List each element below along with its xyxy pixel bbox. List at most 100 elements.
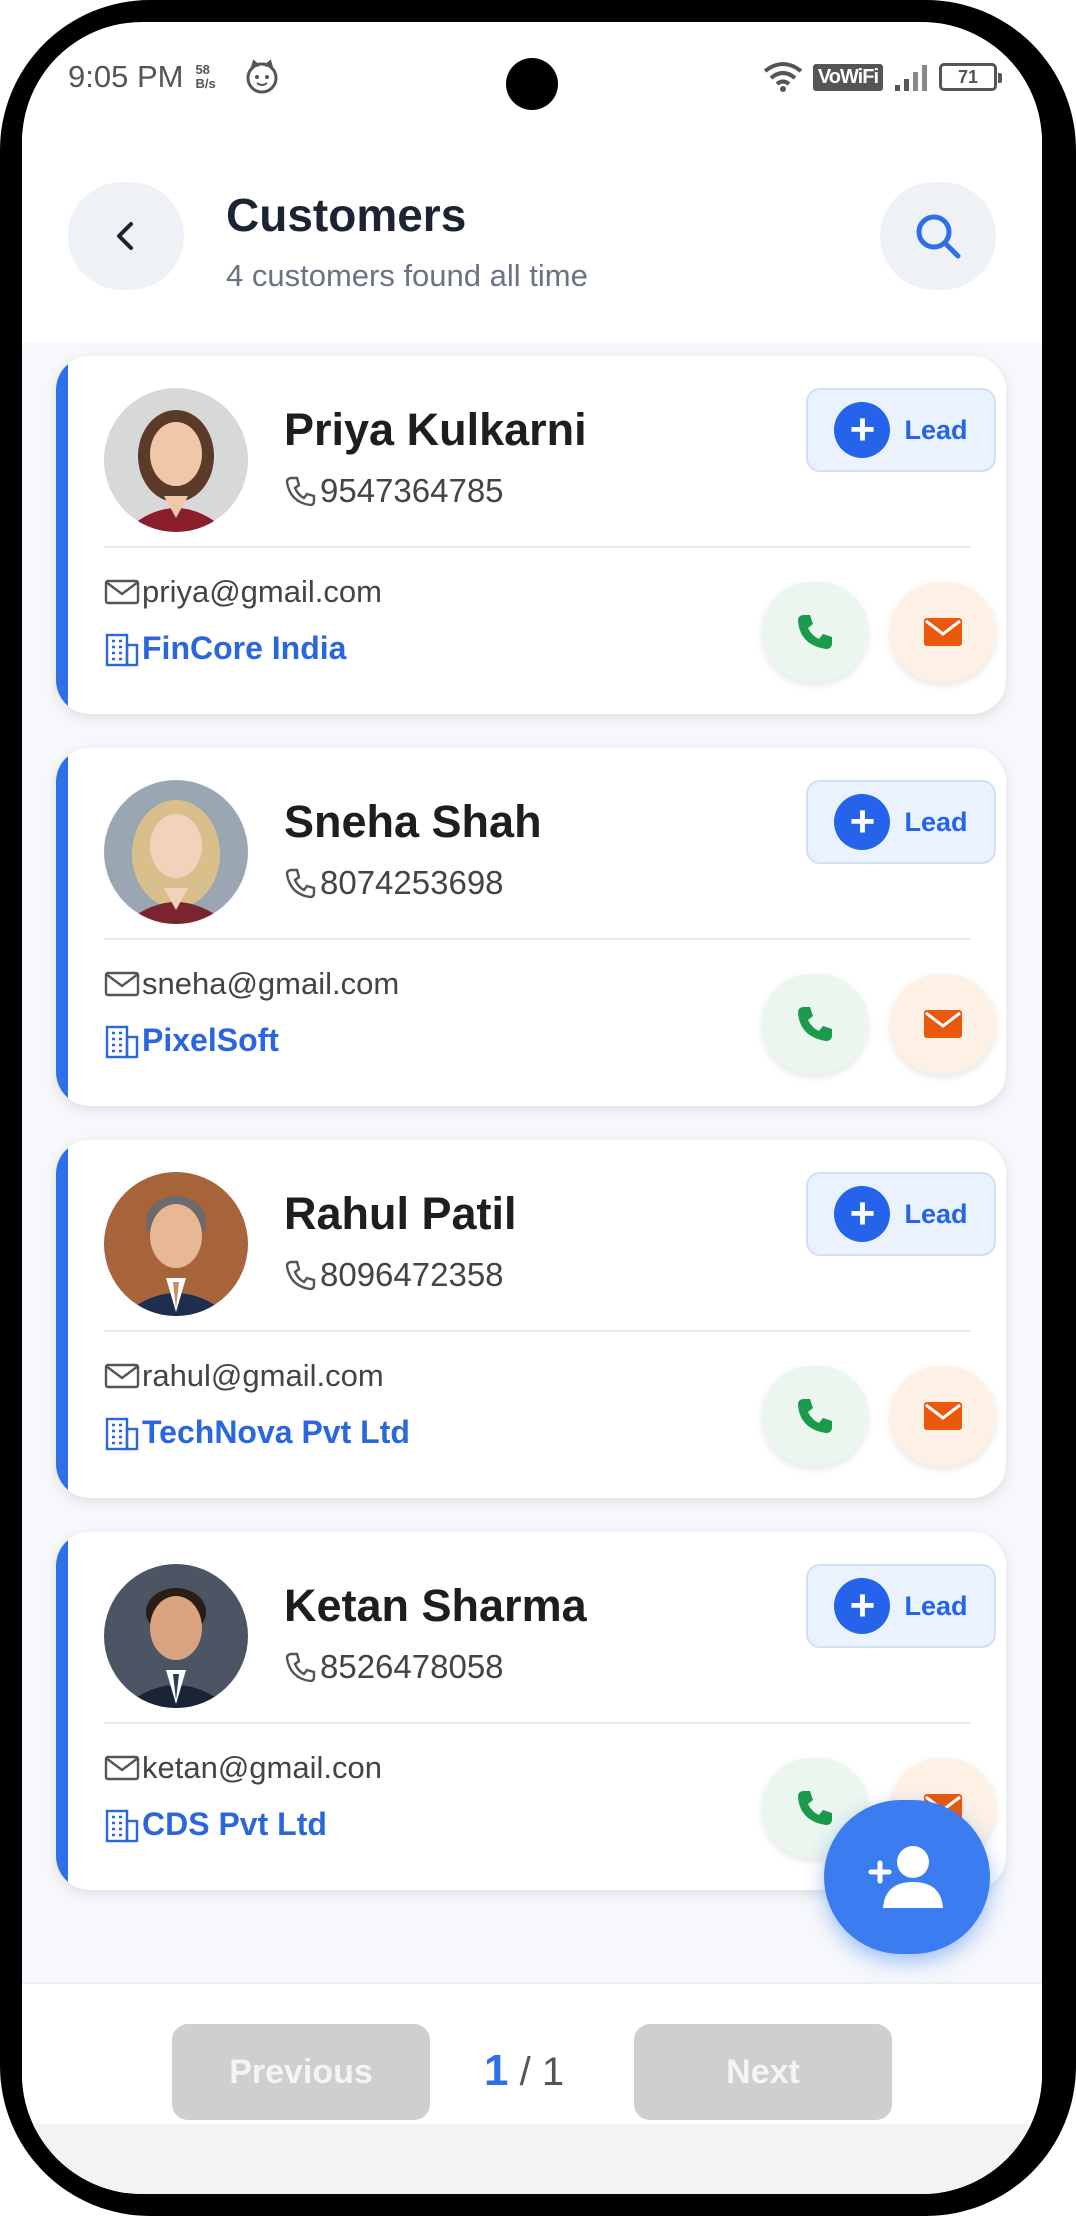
cat-notification-icon [246,59,278,94]
card-divider [104,1330,970,1332]
customer-company[interactable]: FinCore India [104,630,346,667]
phone-outline-icon [285,476,316,507]
net-speed-unit: B/s [195,76,216,91]
mail-outline-icon [104,971,140,997]
customer-phone-number: 8096472358 [320,1256,504,1293]
header: Customers 4 customers found all time [22,132,1042,342]
add-customer-fab[interactable] [824,1800,990,1954]
customer-company-name: PixelSoft [142,1022,279,1058]
customer-email: priya@gmail.com [104,574,382,610]
lead-label: Lead [904,1198,968,1229]
mail-outline-icon [104,579,140,605]
customer-card[interactable]: Rahul Patil 8096472358 + Lead rahul@gmai… [56,1140,1006,1498]
total-pages: 1 [541,2050,565,2094]
lead-label: Lead [904,414,968,445]
search-button[interactable] [880,182,996,290]
screen: 9:05 PM 58 B/s VoWiFi 71 Customers 4 cus… [22,22,1042,2194]
card-accent-bar [56,1140,68,1498]
person-add-icon [868,1846,943,1908]
pagination-bar: Previous 1 / 1 Next [22,1982,1042,2124]
status-time-group: 9:05 PM 58 B/s [68,59,280,95]
mail-outline-icon [104,1363,140,1389]
customer-name: Ketan Sharma [284,1580,587,1631]
customer-phone-number: 8526478058 [320,1648,504,1685]
email-button[interactable] [890,1366,996,1466]
customer-phone-number: 9547364785 [320,472,504,509]
plus-icon: + [834,794,891,850]
card-accent-bar [56,356,68,714]
mail-icon [924,1402,962,1430]
avatar [104,780,248,924]
add-lead-button[interactable]: + Lead [806,388,996,472]
building-icon [105,1417,139,1450]
vowifi-badge: VoWiFi [812,63,883,91]
customer-company[interactable]: PixelSoft [104,1022,279,1059]
customer-card[interactable]: Sneha Shah 8074253698 + Lead sneha@gmail… [56,748,1006,1106]
card-accent-bar [56,1532,68,1890]
status-time: 9:05 PM [68,59,184,94]
lead-label: Lead [904,1590,968,1621]
avatar [104,1564,248,1708]
customer-email: ketan@gmail.con [104,1750,382,1786]
phone-bezel: 9:05 PM 58 B/s VoWiFi 71 Customers 4 cus… [0,0,1076,2216]
mail-icon [924,1010,962,1038]
next-button[interactable]: Next [634,2024,892,2120]
card-divider [104,938,970,940]
customer-phone: 8526478058 [284,1648,504,1686]
previous-button[interactable]: Previous [172,2024,430,2120]
card-divider [104,546,970,548]
customer-company[interactable]: TechNova Pvt Ltd [104,1414,410,1451]
lead-label: Lead [904,806,968,837]
add-lead-button[interactable]: + Lead [806,1172,996,1256]
plus-icon: + [834,402,891,458]
front-camera [506,58,558,110]
building-icon [105,1809,139,1842]
call-button[interactable] [762,1366,868,1466]
current-page: 1 [484,2046,509,2095]
mail-outline-icon [104,1755,140,1781]
phone-icon [798,1399,832,1433]
customer-phone: 9547364785 [284,472,504,510]
customer-email-address: priya@gmail.com [142,574,382,609]
net-speed: 58 B/s [195,63,215,91]
avatar [104,388,248,532]
email-button[interactable] [890,974,996,1074]
customer-list[interactable]: Priya Kulkarni 9547364785 + Lead priya@g… [22,342,1042,1982]
avatar [104,1172,248,1316]
page-subtitle: 4 customers found all time [226,258,588,293]
customer-company-name: FinCore India [142,630,347,666]
back-button[interactable] [68,182,184,290]
customer-company[interactable]: CDS Pvt Ltd [104,1806,327,1843]
phone-outline-icon [285,1652,316,1683]
plus-icon: + [834,1186,891,1242]
call-button[interactable] [762,974,868,1074]
customer-card[interactable]: Priya Kulkarni 9547364785 + Lead priya@g… [56,356,1006,714]
status-right-group: VoWiFi 71 [763,61,1002,93]
page-indicator: 1 / 1 [484,2046,564,2096]
net-speed-value: 58 [195,62,210,77]
email-button[interactable] [890,582,996,682]
card-divider [104,1722,970,1724]
add-lead-button[interactable]: + Lead [806,780,996,864]
phone-outline-icon [285,868,316,899]
customer-name: Priya Kulkarni [284,404,587,455]
bottom-strip [22,2124,1042,2194]
phone-icon [798,615,832,649]
card-accent-bar [56,748,68,1106]
signal-icon [895,65,927,91]
mail-icon [924,618,962,646]
customer-company-name: TechNova Pvt Ltd [142,1414,410,1450]
customer-name: Sneha Shah [284,796,542,847]
building-icon [105,633,139,666]
customer-email: rahul@gmail.com [104,1358,384,1394]
customer-email-address: sneha@gmail.com [142,966,400,1001]
add-lead-button[interactable]: + Lead [806,1564,996,1648]
customer-company-name: CDS Pvt Ltd [142,1806,327,1842]
wifi-icon [763,62,803,92]
customer-email: sneha@gmail.com [104,966,399,1002]
customer-phone: 8074253698 [284,864,504,902]
call-button[interactable] [762,582,868,682]
chevron-left-icon [117,222,133,250]
customer-email-address: rahul@gmail.com [142,1358,384,1393]
customer-email-address: ketan@gmail.con [142,1750,382,1785]
